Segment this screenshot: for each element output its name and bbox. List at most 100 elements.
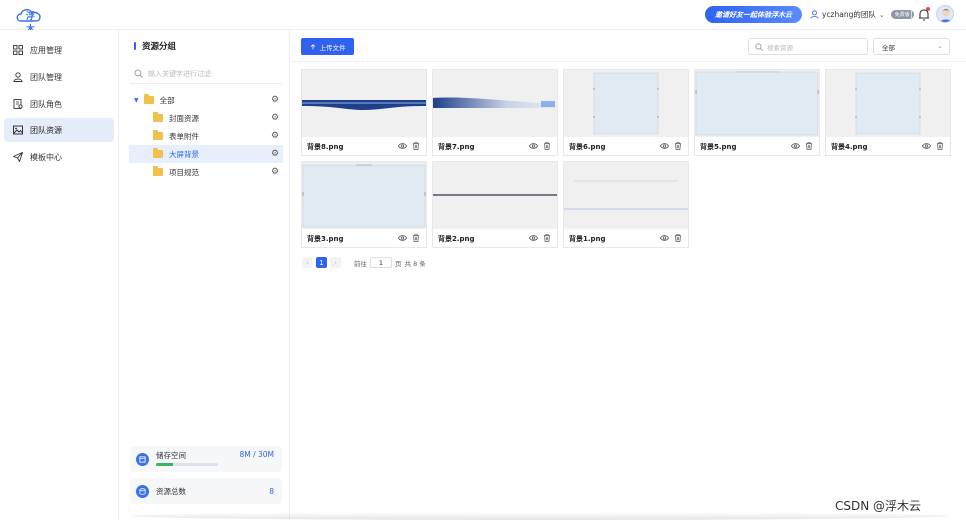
resource-card-footer: 背景6.png [564,137,688,156]
resource-group-panel: 资源分组 输入关键字进行过滤 ▼ 全部 ⚙ 封面资源 ⚙ 表单附件 ⚙ 大屏背景… [120,30,290,520]
notification-dot [926,7,930,11]
gear-icon[interactable]: ⚙ [271,150,279,159]
tree-node-cover[interactable]: 封面资源 ⚙ [129,109,283,127]
storage-progress [156,463,218,466]
resource-card[interactable]: 背景6.png [563,69,689,156]
resource-name: 背景3.png [307,234,344,243]
app-logo[interactable]: 浮木云 [15,6,43,48]
eye-icon[interactable] [529,234,538,242]
trash-icon[interactable] [674,234,682,242]
sidebar-item-team[interactable]: 团队管理 [4,65,114,89]
resource-card-footer: 背景4.png [826,137,950,156]
search-icon [134,69,143,78]
resource-thumbnail[interactable] [433,70,557,137]
sidebar-item-label: 团队资源 [30,125,62,135]
trash-icon[interactable] [936,142,944,150]
resource-card[interactable]: 背景8.png [301,69,427,156]
gear-icon[interactable]: ⚙ [271,168,279,177]
eye-icon[interactable] [791,142,800,150]
folder-icon [153,148,163,158]
sidebar: 应用管理 团队管理 团队角色 团队资源 模板中心 [0,30,119,520]
resource-card[interactable]: 背景2.png [432,161,558,248]
group-filter-input[interactable]: 输入关键字进行过滤 [130,64,282,84]
divider [291,61,966,62]
resource-card-footer: 背景5.png [695,137,819,156]
eye-icon[interactable] [398,234,407,242]
resource-thumbnail[interactable] [564,70,688,137]
folder-icon [153,112,163,122]
page-number[interactable]: 1 [316,257,327,268]
resource-card-footer: 背景1.png [564,229,688,248]
avatar[interactable] [936,5,954,23]
resource-main: 上传文件 搜索资源 全部 ⌄ 背景8.png 背景7.png 背景6.png 背景5.… [291,30,966,520]
pagination: ‹ 1 › 前往 1 页 共 8 条 [302,257,426,268]
trash-icon[interactable] [543,234,551,242]
panel-title-text: 资源分组 [142,42,177,52]
storage-progress-fill [156,463,173,466]
resource-card[interactable]: 背景5.png [694,69,820,156]
gear-icon[interactable]: ⚙ [271,96,279,105]
trash-icon[interactable] [674,142,682,150]
card-actions [529,234,551,242]
eye-icon[interactable] [922,142,931,150]
sidebar-item-apps[interactable]: 应用管理 [4,38,114,62]
filter-placeholder: 输入关键字进行过滤 [148,69,211,78]
folder-icon [153,166,163,176]
resource-total-card: 资源总数 8 [130,478,282,504]
prev-page-button[interactable]: ‹ [302,257,313,268]
gear-icon[interactable]: ⚙ [271,132,279,141]
tree-node-form[interactable]: 表单附件 ⚙ [129,127,283,145]
resource-card[interactable]: 背景4.png [825,69,951,156]
trash-icon[interactable] [543,142,551,150]
tree-node-screen-bg[interactable]: 大屏背景 ⚙ [129,145,283,163]
watermark: CSDN @浮木云 [835,499,922,513]
invite-button[interactable]: 邀请好友一起体验浮木云 [705,6,802,23]
resource-card[interactable]: 背景7.png [432,69,558,156]
sidebar-item-label: 团队管理 [30,72,62,82]
title-accent [134,42,136,50]
resource-card[interactable]: 背景1.png [563,161,689,248]
resource-thumbnail[interactable] [302,70,426,137]
sidebar-item-resources[interactable]: 团队资源 [4,118,114,142]
team-switcher[interactable]: yczhang的团队 ⌄ 免费版 [810,9,914,20]
search-icon [755,42,763,51]
trash-icon[interactable] [805,142,813,150]
resource-name: 背景4.png [831,142,868,151]
chevron-down-icon: ⌄ [878,10,885,19]
goto-page-input[interactable]: 1 [370,257,392,268]
search-placeholder: 搜索资源 [767,43,793,52]
sidebar-item-templates[interactable]: 模板中心 [4,145,114,169]
resource-card[interactable]: 背景3.png [301,161,427,248]
resource-thumbnail[interactable] [433,162,557,229]
resource-thumbnail[interactable] [695,70,819,137]
grid-icon [13,45,23,55]
team-icon [13,72,23,82]
gear-icon[interactable]: ⚙ [271,114,279,123]
sidebar-item-roles[interactable]: 团队角色 [4,92,114,116]
trash-icon[interactable] [412,234,420,242]
upload-label: 上传文件 [319,43,346,52]
eye-icon[interactable] [660,142,669,150]
trash-icon[interactable] [412,142,420,150]
card-actions [660,234,682,242]
tree-node-spec[interactable]: 项目规范 ⚙ [129,163,283,181]
resource-thumbnail[interactable] [302,162,426,229]
top-bar: 浮木云 邀请好友一起体验浮木云 yczhang的团队 ⌄ 免费版 [0,0,966,48]
upload-button[interactable]: 上传文件 [301,38,354,55]
tree-node-label: 大屏背景 [169,149,199,159]
resource-thumbnail[interactable] [564,162,688,229]
page-unit: 页 [395,259,402,268]
eye-icon[interactable] [660,234,669,242]
tree-node-all[interactable]: ▼ 全部 ⚙ [129,91,283,109]
tree-node-label: 项目规范 [169,167,199,177]
resource-search-input[interactable]: 搜索资源 [748,38,868,55]
sidebar-item-label: 应用管理 [30,45,62,55]
image-icon [13,125,23,135]
filter-value: 全部 [882,43,895,52]
resource-thumbnail[interactable] [826,70,950,137]
eye-icon[interactable] [398,142,407,150]
type-filter-select[interactable]: 全部 ⌄ [873,38,950,55]
eye-icon[interactable] [529,142,538,150]
next-page-button[interactable]: › [330,257,341,268]
resource-name: 背景2.png [438,234,475,243]
